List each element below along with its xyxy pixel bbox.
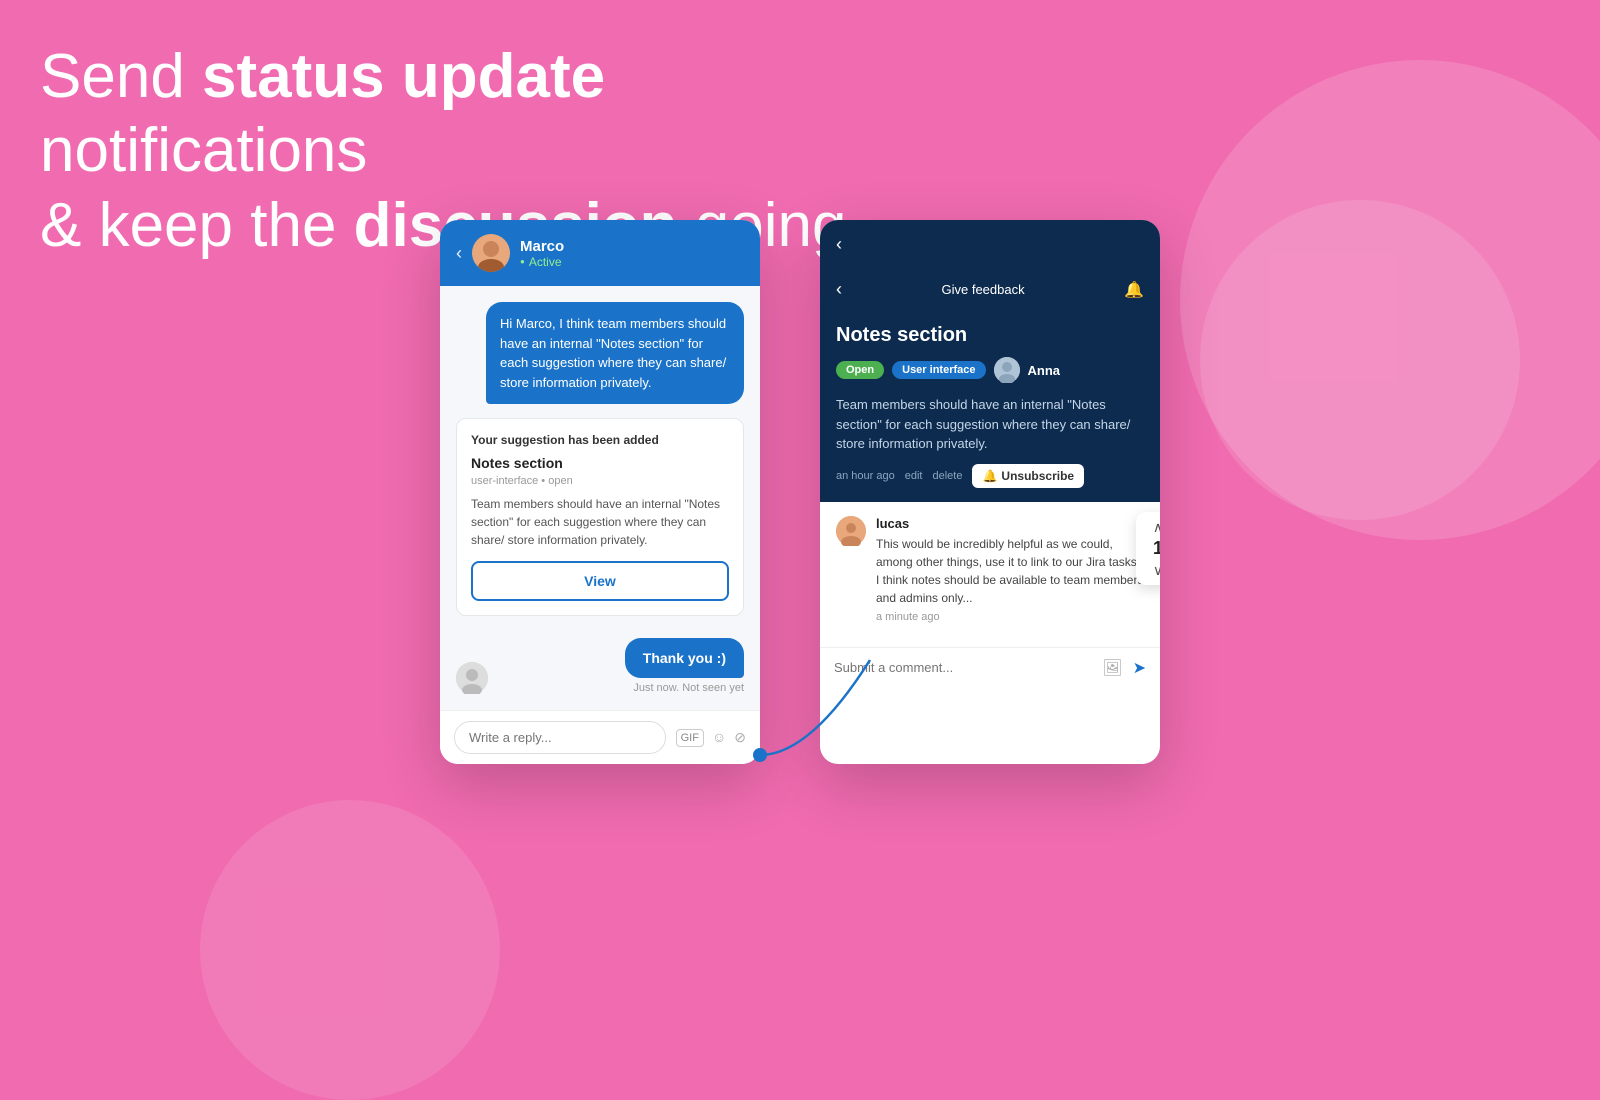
chat-bubble-outgoing: Hi Marco, I think team members should ha…: [486, 302, 744, 404]
tags-row: Open User interface Anna: [836, 357, 1144, 383]
card-feature-desc: Team members should have an internal "No…: [471, 495, 729, 549]
feedback-bar: ‹ Give feedback 🔔: [820, 269, 1160, 310]
attach-icon[interactable]: ⊘: [734, 729, 746, 747]
mockups-container: ‹ Marco Active Hi Marco, I think team me…: [0, 220, 1600, 764]
card-added-title: Your suggestion has been added: [471, 433, 729, 447]
comment-time: a minute ago: [876, 611, 1144, 623]
card-feature-title: Notes section: [471, 455, 729, 471]
suggestion-card: Your suggestion has been added Notes sec…: [456, 418, 744, 616]
left-phone-mockup: ‹ Marco Active Hi Marco, I think team me…: [440, 220, 760, 764]
heading-line1-regular: Send: [40, 42, 202, 111]
left-phone-back-arrow[interactable]: ‹: [456, 243, 462, 264]
unsub-label: Unsubscribe: [1001, 469, 1074, 483]
right-phone-input-area: 🖼 ➤: [820, 647, 1160, 688]
vote-up-arrow[interactable]: ∧: [1153, 520, 1160, 534]
vote-widget: ∧ 1 ∨: [1136, 512, 1160, 585]
commenter-name: lucas: [876, 516, 1144, 531]
gif-icon[interactable]: GIF: [676, 729, 704, 747]
emoji-icon[interactable]: ☺: [712, 729, 726, 747]
thank-you-bubble: Thank you :): [625, 638, 744, 678]
comment-item: lucas This would be incredibly helpful a…: [836, 516, 1144, 623]
thank-you-section: Thank you :) Just now. Not seen yet: [625, 638, 744, 694]
tag-ui[interactable]: User interface: [892, 361, 985, 379]
bell-unsub-icon: 🔔: [982, 469, 997, 483]
tag-open[interactable]: Open: [836, 361, 884, 379]
left-phone-header: ‹ Marco Active: [440, 220, 760, 286]
vote-down-arrow[interactable]: ∨: [1153, 563, 1160, 577]
feature-name: Notes section: [836, 324, 1144, 347]
seen-text: Just now. Not seen yet: [633, 682, 744, 694]
author-avatar: [994, 357, 1020, 383]
image-icon[interactable]: 🖼: [1102, 658, 1122, 678]
meta-delete-link[interactable]: delete: [932, 470, 962, 482]
right-phone-header-back[interactable]: ‹: [836, 234, 842, 255]
right-phone-header: ‹: [820, 220, 1160, 269]
reply-input[interactable]: [454, 721, 666, 754]
input-icon-group: GIF ☺ ⊘: [676, 729, 746, 747]
feature-body: Team members should have an internal "No…: [836, 395, 1144, 454]
comment-body: lucas This would be incredibly helpful a…: [876, 516, 1144, 623]
left-phone-chat-area: Hi Marco, I think team members should ha…: [440, 286, 760, 710]
left-phone-bottom-avatar: [456, 662, 488, 694]
right-input-icon-group: 🖼 ➤: [1102, 658, 1146, 678]
right-phone-mockup: ‹ ‹ Give feedback 🔔 Notes section Open U…: [820, 220, 1160, 764]
comment-text: This would be incredibly helpful as we c…: [876, 535, 1144, 607]
feedback-label: Give feedback: [941, 282, 1024, 297]
comment-input[interactable]: [834, 660, 1092, 675]
left-phone-input-area: GIF ☺ ⊘: [440, 710, 760, 764]
left-phone-avatar: [472, 234, 510, 272]
left-phone-user-name: Marco: [520, 238, 564, 255]
vote-count: 1: [1153, 538, 1160, 559]
bell-icon[interactable]: 🔔: [1124, 280, 1144, 300]
left-phone-user-status: Active: [520, 255, 564, 269]
view-button[interactable]: View: [471, 561, 729, 601]
meta-edit-link[interactable]: edit: [905, 470, 923, 482]
heading-line1-regular2: notifications: [40, 116, 367, 185]
bg-decoration-circle-bottom: [200, 800, 500, 1100]
comment-avatar: [836, 516, 866, 546]
card-feature-meta: user-interface • open: [471, 475, 729, 487]
left-phone-user-info: Marco Active: [520, 238, 564, 269]
unsubscribe-button[interactable]: 🔔 Unsubscribe: [972, 464, 1084, 488]
meta-time: an hour ago: [836, 470, 895, 482]
feedback-back-btn[interactable]: ‹: [836, 279, 842, 300]
author-name: Anna: [1028, 363, 1061, 378]
meta-row: an hour ago edit delete 🔔 Unsubscribe: [836, 464, 1144, 488]
feature-detail-section: Notes section Open User interface Anna T…: [820, 310, 1160, 502]
heading-line1-bold: status update: [202, 42, 605, 111]
send-icon[interactable]: ➤: [1133, 658, 1146, 678]
comments-section: ∧ 1 ∨ lucas This would be incredibly hel…: [820, 502, 1160, 647]
